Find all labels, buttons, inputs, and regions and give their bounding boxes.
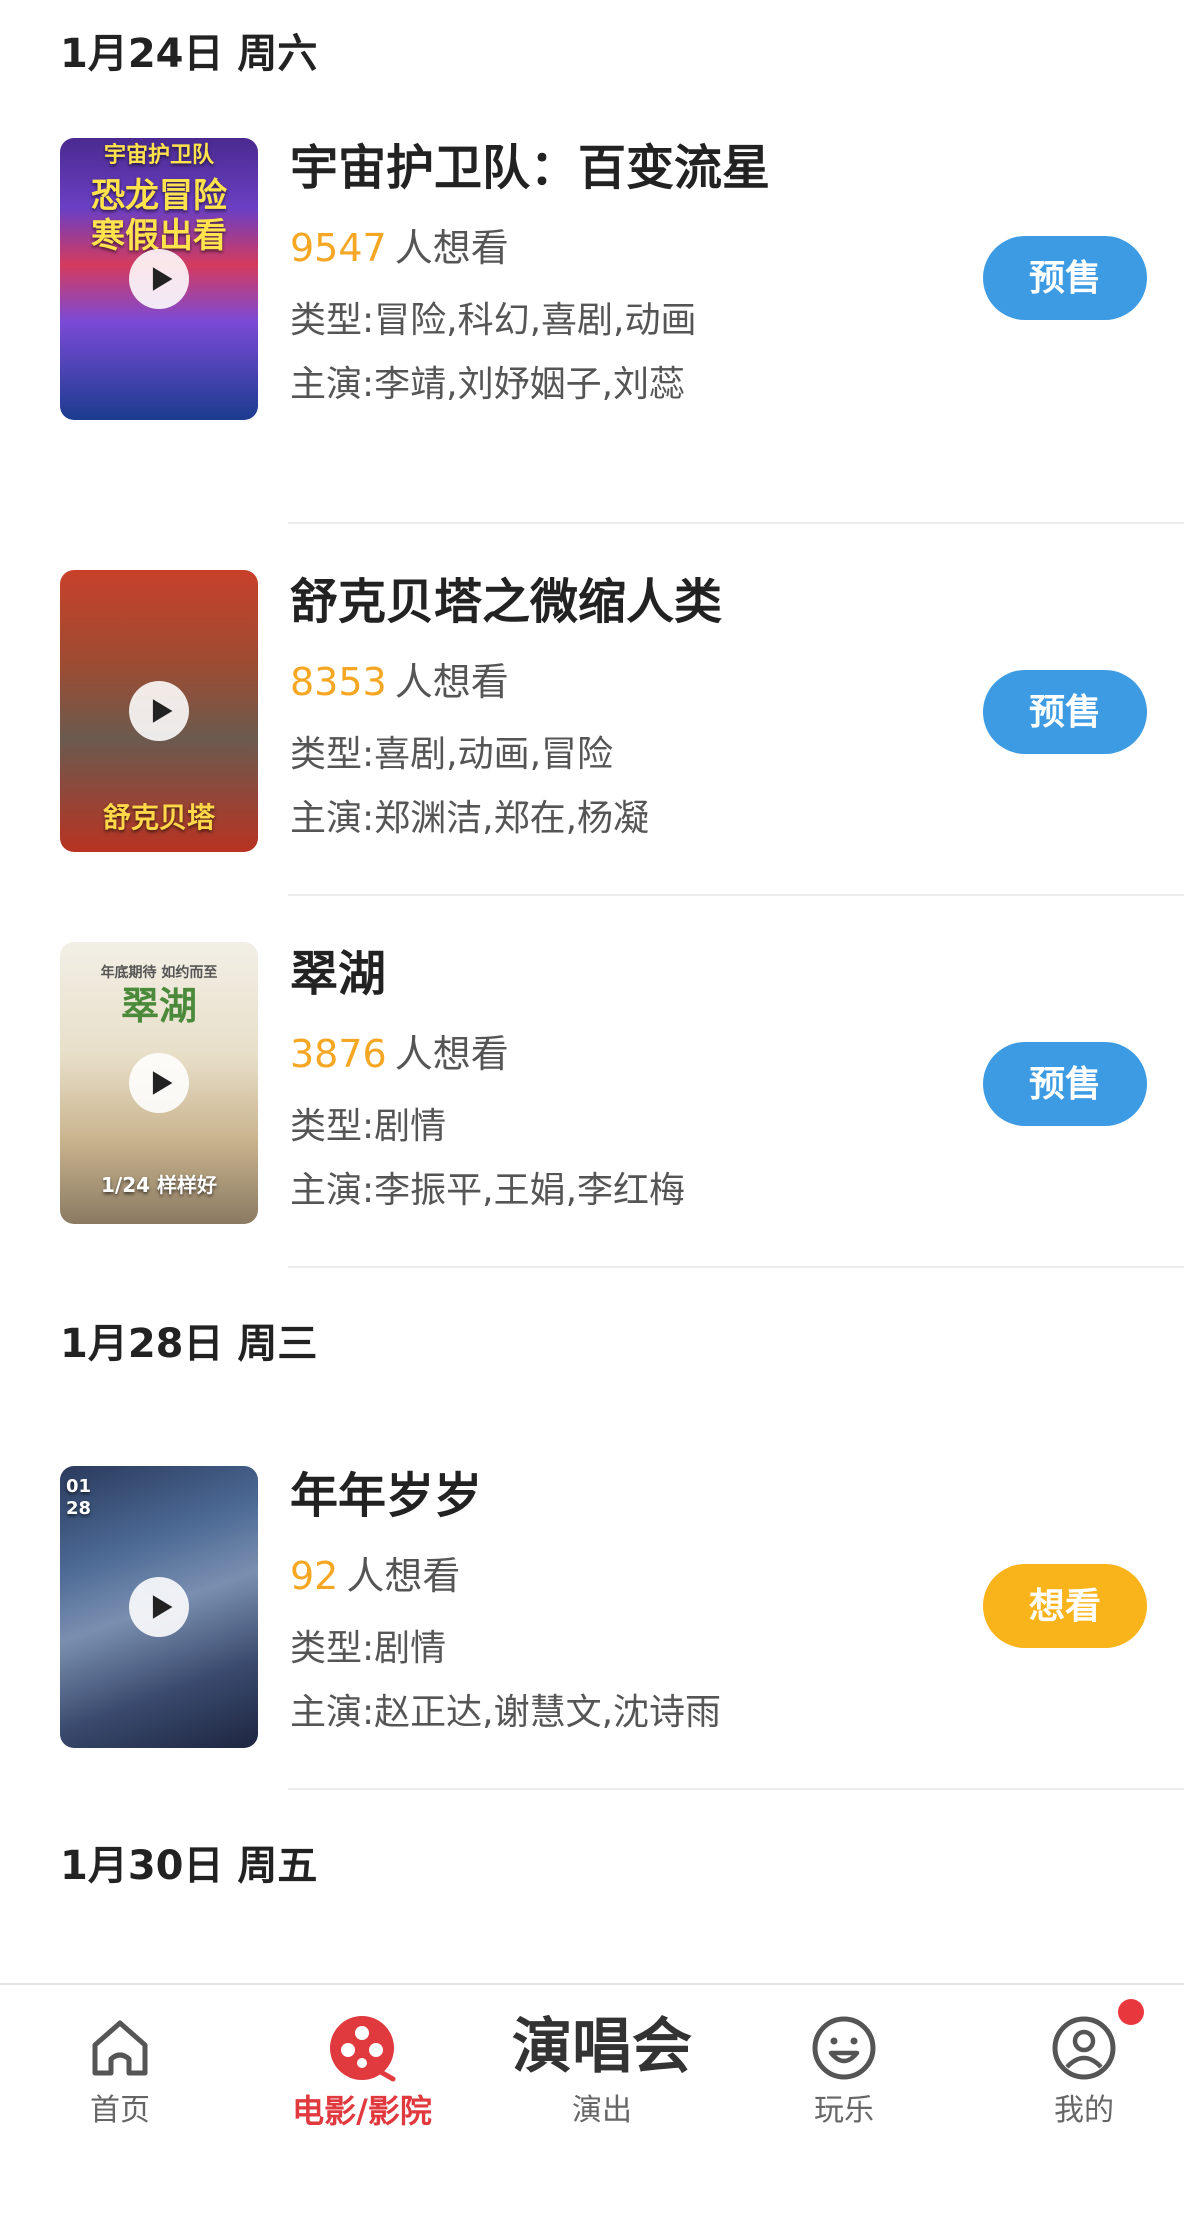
tab-label: 演出 — [572, 2093, 632, 2128]
movie-genre: 类型:喜剧,动画,冒险 — [290, 734, 614, 775]
bottom-tab-bar: 首页 电影/影院 演唱会 演出 玩乐 我的 — [0, 1983, 1184, 2235]
tab-mine[interactable]: 我的 — [984, 1985, 1184, 2145]
poster-text: 恐龙冒险 寒假出看 — [91, 176, 227, 256]
movie-title[interactable]: 翠湖 — [290, 942, 386, 1006]
movie-genre: 类型:冒险,科幻,喜剧,动画 — [290, 300, 697, 341]
play-button[interactable] — [129, 1577, 189, 1637]
want-count: 8353 — [290, 660, 387, 704]
tab-label: 玩乐 — [814, 2093, 874, 2128]
tab-label: 电影/影院 — [292, 2092, 432, 2130]
movie-poster[interactable]: 年底期待 如约而至 翠湖 1/24 样样好 — [60, 942, 258, 1224]
movie-poster[interactable]: 宇宙护卫队 恐龙冒险 寒假出看 — [60, 138, 258, 420]
movie-cast: 主演:李靖,刘妤姻子,刘蕊 — [290, 364, 686, 405]
movie-cast: 主演:李振平,王娟,李红梅 — [290, 1170, 686, 1211]
date-header: 1月28日 周三 — [60, 1321, 318, 1367]
movie-title[interactable]: 舒克贝塔之微缩人类 — [290, 570, 722, 634]
movie-item[interactable]: 宇宙护卫队 恐龙冒险 寒假出看 宇宙护卫队：百变流星 9547 人想看 类型:冒险… — [0, 136, 1184, 508]
divider — [288, 1788, 1184, 1790]
poster-text: 翠湖 — [120, 984, 197, 1028]
poster-text: 年底期待 如约而至 — [100, 965, 218, 981]
play-icon — [152, 1071, 172, 1095]
want-to-see-button[interactable]: 想看 — [983, 1564, 1147, 1648]
play-icon — [152, 1595, 172, 1619]
tab-fun[interactable]: 玩乐 — [744, 1985, 944, 2145]
tab-concert[interactable]: 演唱会 演出 — [502, 1985, 702, 2145]
want-to-see: 92 人想看 — [290, 1550, 460, 1602]
play-button[interactable] — [129, 249, 189, 309]
poster-text: 舒克贝塔 — [102, 801, 215, 834]
home-icon — [92, 2020, 148, 2076]
film-reel-icon — [330, 2016, 396, 2082]
movie-genre: 类型:剧情 — [290, 1628, 447, 1669]
play-icon — [152, 699, 172, 723]
want-to-see: 9547 人想看 — [290, 222, 509, 274]
poster-text: 01 28 — [66, 1476, 92, 1519]
concert-title: 演唱会 — [512, 2012, 692, 2082]
movie-item[interactable]: 年底期待 如约而至 翠湖 1/24 样样好 翠湖 3876 人想看 类型:剧情 主… — [0, 880, 1184, 1252]
presale-button[interactable]: 预售 — [983, 670, 1147, 754]
movie-item[interactable]: 01 28 年年岁岁 92 人想看 类型:剧情 主演:赵正达,谢慧文,沈诗雨 想看 — [0, 1464, 1184, 1836]
want-count: 3876 — [290, 1032, 387, 1076]
poster-text: 1/24 样样好 — [100, 1173, 217, 1197]
play-button[interactable] — [129, 681, 189, 741]
want-label: 人想看 — [394, 1032, 509, 1076]
play-button[interactable] — [129, 1053, 189, 1113]
play-icon — [152, 267, 172, 291]
tab-movies[interactable]: 电影/影院 — [262, 1985, 462, 2145]
date-header: 1月30日 周五 — [60, 1843, 318, 1889]
movie-item[interactable]: 舒克贝塔 舒克贝塔之微缩人类 8353 人想看 类型:喜剧,动画,冒险 主演:郑渊… — [0, 508, 1184, 880]
divider — [288, 1266, 1184, 1268]
user-icon — [1052, 2016, 1116, 2080]
presale-button[interactable]: 预售 — [983, 1042, 1147, 1126]
notification-badge — [1118, 1999, 1144, 2025]
want-to-see: 3876 人想看 — [290, 1028, 509, 1080]
movie-poster[interactable]: 01 28 — [60, 1466, 258, 1748]
want-label: 人想看 — [394, 226, 509, 270]
want-to-see: 8353 人想看 — [290, 656, 509, 708]
movie-poster[interactable]: 舒克贝塔 — [60, 570, 258, 852]
want-label: 人想看 — [394, 660, 509, 704]
date-header: 1月24日 周六 — [60, 31, 318, 77]
movie-cast: 主演:郑渊洁,郑在,杨凝 — [290, 798, 650, 839]
tab-home[interactable]: 首页 — [20, 1985, 220, 2145]
tab-label: 首页 — [90, 2093, 150, 2128]
presale-button[interactable]: 预售 — [983, 236, 1147, 320]
tab-label: 我的 — [1054, 2093, 1114, 2128]
want-count: 9547 — [290, 226, 387, 270]
smiley-icon — [812, 2016, 876, 2080]
movie-title[interactable]: 宇宙护卫队：百变流星 — [290, 136, 770, 200]
want-count: 92 — [290, 1554, 339, 1598]
poster-text: 宇宙护卫队 — [103, 143, 214, 168]
want-label: 人想看 — [346, 1554, 461, 1598]
movie-cast: 主演:赵正达,谢慧文,沈诗雨 — [290, 1692, 722, 1733]
movie-title[interactable]: 年年岁岁 — [290, 1464, 482, 1528]
movie-genre: 类型:剧情 — [290, 1106, 447, 1147]
